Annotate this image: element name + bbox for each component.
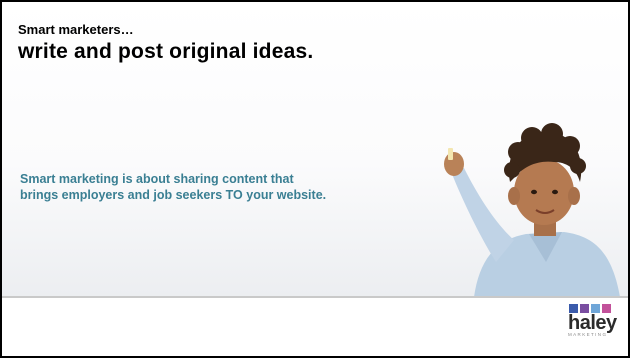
slide-kicker: Smart marketers… [18, 22, 134, 37]
slide-content-area: Smart marketers… write and post original… [2, 2, 628, 297]
slide-body-line-2: brings employers and job seekers TO your… [20, 188, 327, 202]
child-with-chalk-image [444, 123, 620, 297]
chalk [448, 148, 453, 160]
haley-marketing-logo: haley MARKETING [568, 304, 617, 346]
footer-divider [2, 296, 628, 298]
logo-wordmark: haley [568, 312, 617, 334]
eye-left [531, 189, 537, 195]
slide-body-line-1: Smart marketing is about sharing content… [20, 172, 294, 186]
ear-left [508, 187, 520, 205]
slide-headline: write and post original ideas. [18, 40, 314, 63]
eye-right [552, 189, 558, 195]
slide-body-text: Smart marketing is about sharing content… [20, 171, 440, 203]
logo-tagline: MARKETING [568, 332, 608, 337]
ear-right [568, 187, 580, 205]
slide: Smart marketers… write and post original… [0, 0, 630, 358]
hand [444, 152, 464, 176]
raised-arm [452, 168, 514, 262]
